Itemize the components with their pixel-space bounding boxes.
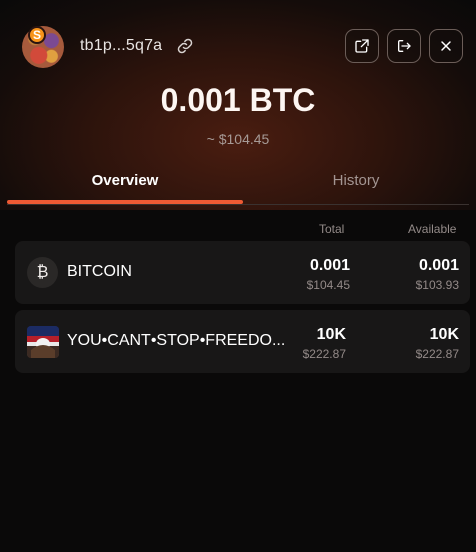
- balance-amount: 0.001 BTC: [160, 82, 316, 118]
- external-link-button[interactable]: [345, 29, 379, 63]
- avatar-badge: S: [28, 26, 46, 44]
- asset-available: 0.001: [418, 257, 459, 274]
- asset-available-fiat: $103.93: [415, 278, 459, 292]
- wallet-address: tb1p...5q7a: [80, 37, 163, 54]
- tab-bar: Overview History: [7, 164, 469, 205]
- rune-image: [27, 326, 59, 358]
- tab-active-indicator: [7, 200, 243, 204]
- column-header-total: Total: [319, 222, 345, 236]
- asset-row-rune[interactable]: YOU•CANT•STOP•FREEDO... 10K $222.87 10K …: [15, 310, 470, 373]
- asset-row-bitcoin[interactable]: ₿ BITCOIN 0.001 $104.45 0.001 $103.93: [15, 241, 470, 304]
- balance-fiat: ~ $104.45: [206, 131, 270, 147]
- asset-total-fiat: $104.45: [306, 278, 350, 292]
- asset-name: BITCOIN: [67, 263, 132, 280]
- link-icon[interactable]: [176, 37, 194, 55]
- asset-total: 10K: [316, 326, 346, 343]
- asset-name: YOU•CANT•STOP•FREEDO...: [67, 332, 286, 349]
- close-icon: [441, 41, 451, 51]
- external-link-icon: [355, 39, 369, 53]
- asset-available: 10K: [429, 326, 459, 343]
- asset-total-fiat: $222.87: [302, 347, 346, 361]
- asset-available-fiat: $222.87: [415, 347, 459, 361]
- tab-overview[interactable]: Overview: [7, 164, 243, 204]
- wallet-header: S tb1p...5q7a: [0, 0, 476, 92]
- column-header-available: Available: [408, 222, 457, 236]
- close-button[interactable]: [429, 29, 463, 63]
- asset-total: 0.001: [309, 257, 350, 274]
- logout-icon: [398, 40, 411, 52]
- bitcoin-icon: ₿: [27, 257, 58, 288]
- logout-button[interactable]: [387, 29, 421, 63]
- tab-history[interactable]: History: [243, 164, 469, 204]
